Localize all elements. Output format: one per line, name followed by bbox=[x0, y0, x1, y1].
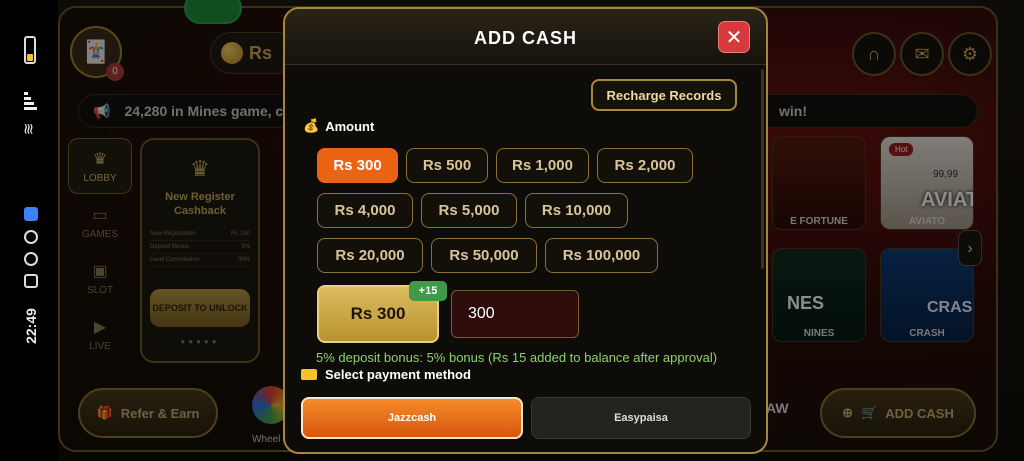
recharge-records-button[interactable]: Recharge Records bbox=[591, 79, 737, 111]
money-bag-icon: 💰 bbox=[303, 118, 320, 133]
amount-option-100000[interactable]: Rs 100,000 bbox=[545, 238, 658, 273]
modal-title: ADD CASH bbox=[473, 28, 577, 48]
amount-option-5000[interactable]: Rs 5,000 bbox=[421, 193, 517, 228]
payment-easypaisa-button[interactable]: Easypaisa bbox=[531, 397, 751, 439]
close-button[interactable]: ✕ bbox=[718, 21, 750, 53]
bonus-note: 5% deposit bonus: 5% bonus (Rs 15 added … bbox=[316, 350, 718, 365]
scrollbar[interactable] bbox=[761, 69, 764, 269]
payment-label-text: Select payment method bbox=[325, 367, 471, 382]
card-icon bbox=[301, 369, 317, 380]
amount-option-500[interactable]: Rs 500 bbox=[406, 148, 488, 183]
add-cash-modal: ADD CASH ✕ Recharge Records 💰 Amount Rs … bbox=[283, 7, 768, 454]
amount-option-50000[interactable]: Rs 50,000 bbox=[431, 238, 537, 273]
amount-option-20000[interactable]: Rs 20,000 bbox=[317, 238, 423, 273]
close-icon: ✕ bbox=[725, 26, 743, 49]
status-time: 22:49 bbox=[23, 308, 39, 344]
amount-section-label: 💰 Amount bbox=[303, 118, 374, 134]
app-notification-icon bbox=[24, 207, 38, 221]
bonus-badge: +15 bbox=[409, 281, 447, 301]
amount-option-4000[interactable]: Rs 4,000 bbox=[317, 193, 413, 228]
clock-icon bbox=[24, 252, 38, 266]
amount-option-300[interactable]: Rs 300 bbox=[317, 148, 398, 183]
chrome-icon bbox=[24, 230, 38, 244]
amount-input[interactable] bbox=[451, 290, 579, 338]
payment-method-label: Select payment method bbox=[301, 367, 471, 382]
instagram-icon bbox=[24, 274, 38, 288]
battery-icon bbox=[24, 36, 36, 64]
amount-option-2000[interactable]: Rs 2,000 bbox=[597, 148, 693, 183]
amount-option-10000[interactable]: Rs 10,000 bbox=[525, 193, 628, 228]
wifi-icon: ≋ bbox=[20, 122, 38, 136]
modal-header: ADD CASH ✕ bbox=[285, 9, 766, 65]
status-bar: ≋ 22:49 bbox=[0, 0, 58, 461]
amount-label-text: Amount bbox=[325, 118, 375, 134]
payment-jazzcash-button[interactable]: Jazzcash bbox=[301, 397, 523, 439]
signal-icon bbox=[24, 92, 38, 116]
amount-option-1000[interactable]: Rs 1,000 bbox=[496, 148, 589, 183]
